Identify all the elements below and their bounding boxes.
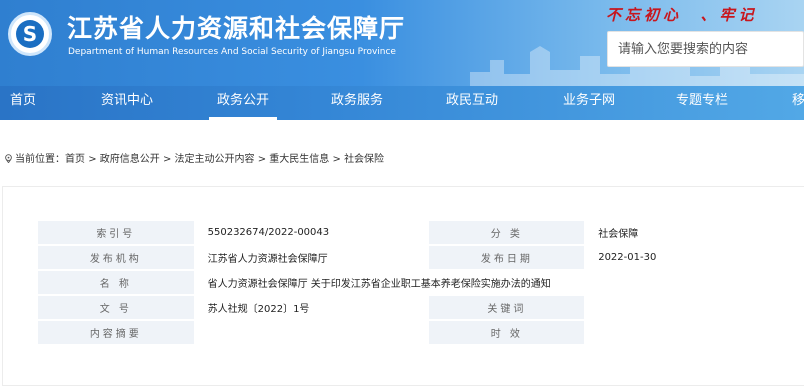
keywords-value [585,295,804,321]
nav-item-gov-info[interactable]: 政务公开 [209,86,278,120]
summary-value [194,320,430,346]
doc-number-label: 文 号 [38,295,196,321]
breadcrumb-item-home[interactable]: 首页 [65,154,85,165]
nav-item-news[interactable]: 资讯中心 [101,86,153,120]
publish-date-label: 发布日期 [428,245,587,271]
nav-item-more[interactable]: 移 [792,86,804,120]
publisher-value: 江苏省人力资源社会保障厅 [194,245,430,271]
index-value: 550232674/2022-00043 [194,221,430,246]
search-input[interactable] [616,32,804,66]
breadcrumb-separator: > [88,154,97,165]
table-row: 内容摘要 时 效 [38,320,804,346]
breadcrumb-item-gov-info[interactable]: 政府信息公开 [100,154,160,165]
summary-label: 内容摘要 [38,320,196,346]
nav-item-home[interactable]: 首页 [10,86,36,120]
doc-number-value: 苏人社规〔2022〕1号 [194,295,430,321]
name-label: 名 称 [38,270,196,296]
publish-date-value: 2022-01-30 [585,245,804,271]
breadcrumb-item-social-insurance[interactable]: 社会保险 [344,154,384,165]
site-title[interactable]: 江苏省人力资源和社会保障厅 [67,9,405,45]
category-value: 社会保障 [585,221,804,246]
nav-item-subsites[interactable]: 业务子网 [563,86,615,120]
main-nav: 首页 资讯中心 政务公开 政务服务 政民互动 业务子网 专题专栏 移 [0,86,804,120]
search-box[interactable] [607,31,804,67]
breadcrumb-item-active-disclosure[interactable]: 法定主动公开内容 [175,154,255,165]
table-row: 名 称 省人力资源社会保障厅 关于印发江苏省企业职工基本养老保险实施办法的通知 [38,270,804,296]
validity-value [585,320,804,346]
name-value: 省人力资源社会保障厅 关于印发江苏省企业职工基本养老保险实施办法的通知 [194,270,804,296]
site-logo[interactable]: S [8,12,52,56]
logo-mark: S [16,20,44,48]
nav-item-topics[interactable]: 专题专栏 [676,86,728,120]
index-label: 索引号 [38,221,196,246]
slogan-banner: 不忘初心 、牢记 [606,6,758,24]
table-row: 文 号 苏人社规〔2022〕1号 关键词 [38,295,804,321]
breadcrumb-separator: > [332,154,341,165]
site-header: S 江苏省人力资源和社会保障厅 Department of Human Reso… [0,0,804,86]
document-info-table: 索引号 550232674/2022-00043 分 类 社会保障 发布机构 江… [38,221,804,346]
nav-item-interaction[interactable]: 政民互动 [446,86,498,120]
validity-label: 时 效 [428,320,587,346]
breadcrumb-separator: > [162,154,172,165]
breadcrumb-item-livelihood[interactable]: 重大民生信息 [269,154,329,165]
publisher-label: 发布机构 [38,245,196,271]
category-label: 分 类 [428,221,587,246]
nav-item-gov-service[interactable]: 政务服务 [331,86,383,120]
table-row: 发布机构 江苏省人力资源社会保障厅 发布日期 2022-01-30 [38,245,804,271]
breadcrumb-prefix: 当前位置： [15,154,65,165]
breadcrumb: 当前位置：首页 > 政府信息公开 > 法定主动公开内容 > 重大民生信息 > 社… [4,150,384,165]
keywords-label: 关键词 [428,295,587,321]
breadcrumb-separator: > [257,154,267,165]
location-pin-icon [5,154,12,163]
site-title-english: Department of Human Resources And Social… [68,47,396,57]
table-row: 索引号 550232674/2022-00043 分 类 社会保障 [38,221,804,246]
